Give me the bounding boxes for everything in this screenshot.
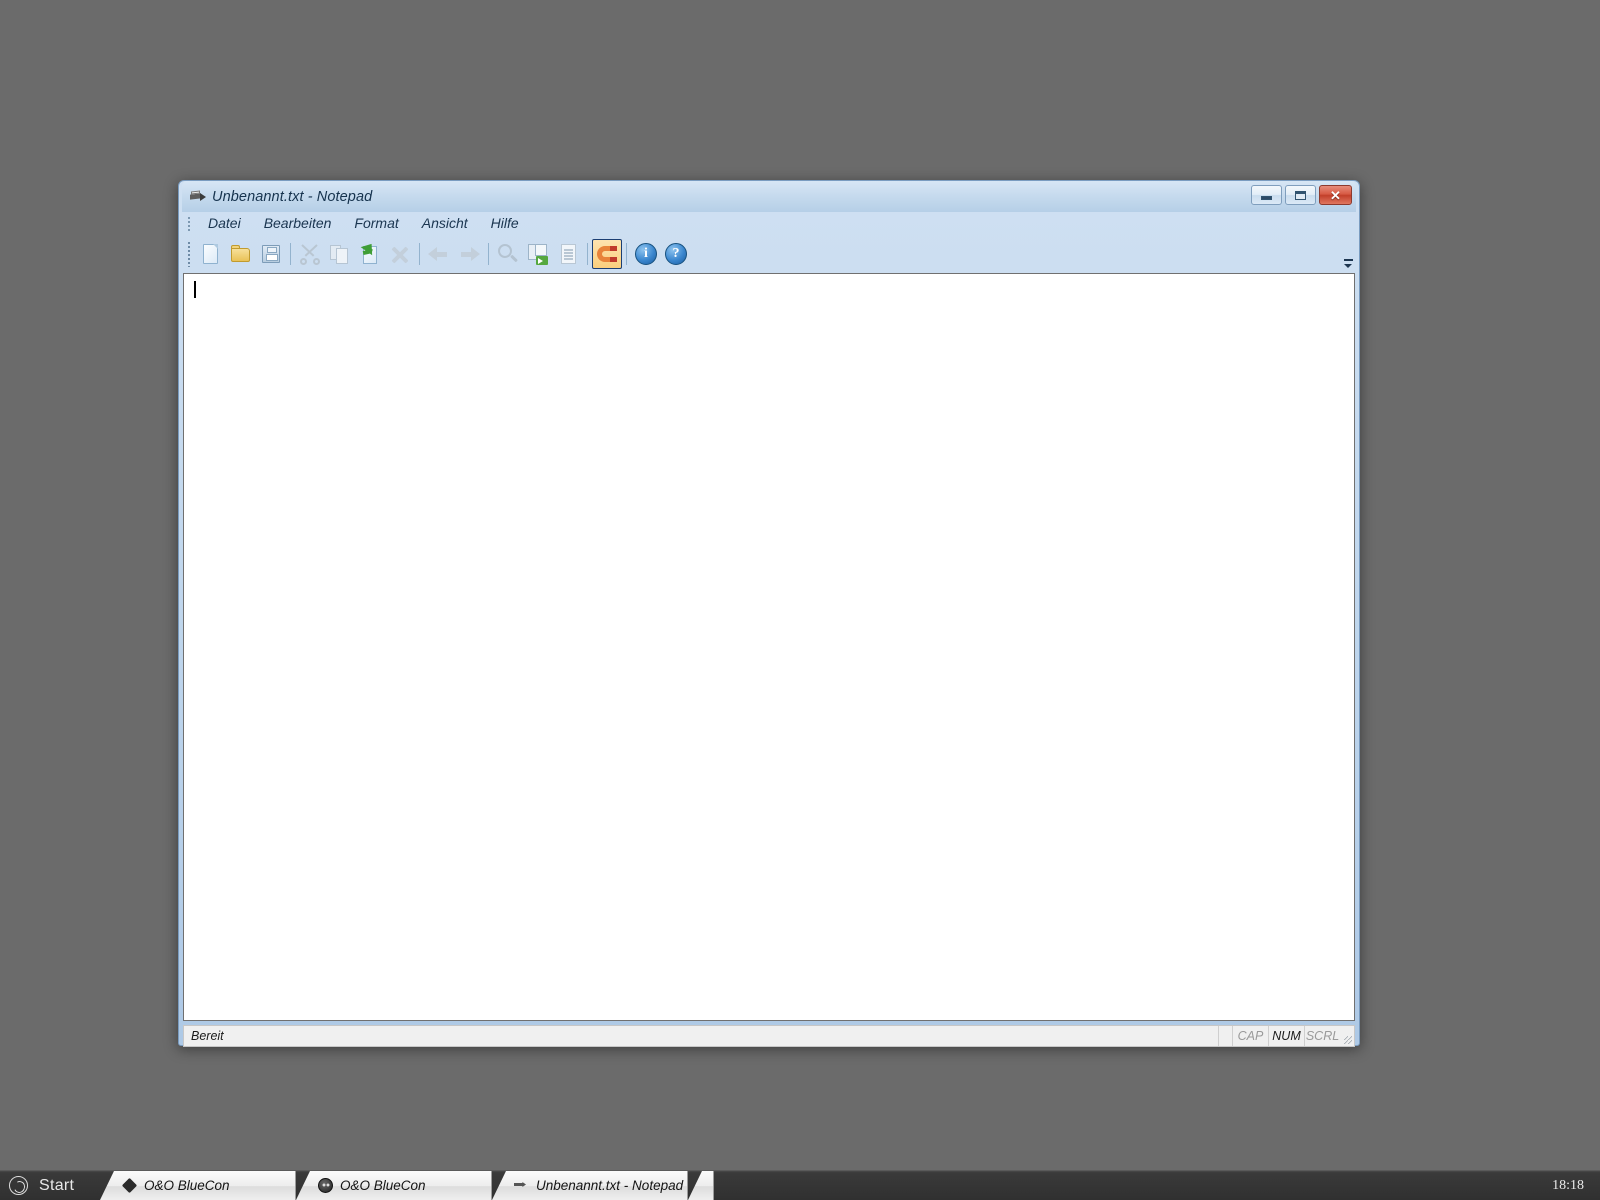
menu-item-format[interactable]: Format bbox=[343, 214, 410, 233]
taskbar-item-notepad[interactable]: Unbenannt.txt - Notepad bbox=[492, 1171, 688, 1200]
minimize-button[interactable] bbox=[1251, 185, 1282, 205]
delete-button[interactable] bbox=[385, 239, 415, 269]
start-button[interactable]: Start bbox=[0, 1171, 100, 1200]
minimize-icon bbox=[1261, 196, 1272, 200]
menu-item-ansicht[interactable]: Ansicht bbox=[411, 214, 480, 233]
copy-icon bbox=[328, 242, 352, 266]
paste-button[interactable] bbox=[355, 239, 385, 269]
properties-button[interactable] bbox=[553, 239, 583, 269]
toolbar-separator bbox=[488, 243, 489, 265]
taskbar-item-bluecon-1[interactable]: O&O BlueCon bbox=[100, 1171, 296, 1200]
arrow-right-icon bbox=[457, 242, 481, 266]
close-button[interactable]: ✕ bbox=[1319, 185, 1352, 205]
replace-button[interactable] bbox=[523, 239, 553, 269]
toolbar-grip[interactable] bbox=[187, 241, 191, 267]
toolbar: i ? bbox=[182, 235, 1356, 273]
find-button[interactable] bbox=[493, 239, 523, 269]
taskbar-item-tail bbox=[688, 1171, 714, 1200]
help-circle-icon: ? bbox=[664, 242, 688, 266]
toolbar-separator bbox=[587, 243, 588, 265]
window-title: Unbenannt.txt - Notepad bbox=[212, 188, 373, 205]
window-controls: ✕ bbox=[1251, 185, 1352, 205]
save-file-button[interactable] bbox=[256, 239, 286, 269]
start-label: Start bbox=[39, 1176, 75, 1194]
replace-icon bbox=[526, 242, 550, 266]
back-button[interactable] bbox=[424, 239, 454, 269]
forward-button[interactable] bbox=[454, 239, 484, 269]
notepad-window: Unbenannt.txt - Notepad ✕ Datei Bearbeit… bbox=[178, 180, 1360, 1047]
taskbar-items: O&O BlueCon O&O BlueCon Unbenannt.txt - … bbox=[100, 1171, 1542, 1200]
menu-item-hilfe[interactable]: Hilfe bbox=[480, 214, 531, 233]
new-document-icon bbox=[199, 242, 223, 266]
statusbar: Bereit CAP NUM SCRL bbox=[183, 1025, 1355, 1047]
maximize-icon bbox=[1295, 190, 1306, 200]
save-floppy-icon bbox=[259, 242, 283, 266]
scissors-icon bbox=[298, 242, 322, 266]
taskbar-clock[interactable]: 18:18 bbox=[1542, 1171, 1600, 1200]
maximize-button[interactable] bbox=[1285, 185, 1316, 205]
document-lines-icon bbox=[556, 242, 580, 266]
status-pane-spacer bbox=[1218, 1026, 1232, 1046]
menu-item-datei[interactable]: Datei bbox=[197, 214, 253, 233]
toolbar-separator bbox=[419, 243, 420, 265]
taskbar: Start O&O BlueCon O&O BlueCon Unbenannt.… bbox=[0, 1170, 1600, 1200]
text-editor-area[interactable] bbox=[183, 273, 1355, 1021]
face-icon bbox=[318, 1178, 333, 1193]
menubar-grip[interactable] bbox=[187, 216, 191, 231]
arrow-left-icon bbox=[427, 242, 451, 266]
taskbar-item-label: O&O BlueCon bbox=[340, 1178, 426, 1193]
menubar: Datei Bearbeiten Format Ansicht Hilfe bbox=[182, 212, 1356, 235]
notepad-icon bbox=[514, 1178, 529, 1193]
cut-button[interactable] bbox=[295, 239, 325, 269]
notepad-icon bbox=[189, 189, 206, 204]
toolbar-overflow-chevron[interactable] bbox=[1344, 259, 1354, 270]
taskbar-item-bluecon-2[interactable]: O&O BlueCon bbox=[296, 1171, 492, 1200]
toolbar-separator bbox=[290, 243, 291, 265]
status-message: Bereit bbox=[191, 1029, 224, 1043]
taskbar-item-label: Unbenannt.txt - Notepad bbox=[536, 1178, 684, 1193]
status-indicator-cap: CAP bbox=[1232, 1026, 1268, 1046]
taskbar-item-label: O&O BlueCon bbox=[144, 1178, 230, 1193]
window-resize-grip[interactable] bbox=[1340, 1026, 1354, 1046]
status-indicator-scrl: SCRL bbox=[1304, 1026, 1340, 1046]
open-file-button[interactable] bbox=[226, 239, 256, 269]
help-button[interactable]: ? bbox=[661, 239, 691, 269]
open-folder-icon bbox=[229, 242, 253, 266]
new-file-button[interactable] bbox=[196, 239, 226, 269]
status-indicator-num: NUM bbox=[1268, 1026, 1304, 1046]
desktop-background: Unbenannt.txt - Notepad ✕ Datei Bearbeit… bbox=[0, 0, 1600, 1180]
magnet-button[interactable] bbox=[592, 239, 622, 269]
info-circle-icon: i bbox=[634, 242, 658, 266]
close-icon: ✕ bbox=[1330, 187, 1341, 203]
info-button[interactable]: i bbox=[631, 239, 661, 269]
menu-item-bearbeiten[interactable]: Bearbeiten bbox=[253, 214, 344, 233]
paste-icon bbox=[358, 239, 382, 266]
x-delete-icon bbox=[388, 242, 412, 266]
text-caret bbox=[194, 281, 196, 298]
window-titlebar[interactable]: Unbenannt.txt - Notepad ✕ bbox=[182, 181, 1356, 212]
start-orb-icon bbox=[9, 1176, 28, 1195]
magnifier-icon bbox=[496, 242, 520, 266]
toolbar-separator bbox=[626, 243, 627, 265]
magnet-icon bbox=[595, 242, 619, 266]
diamond-icon bbox=[121, 1177, 138, 1194]
copy-button[interactable] bbox=[325, 239, 355, 269]
